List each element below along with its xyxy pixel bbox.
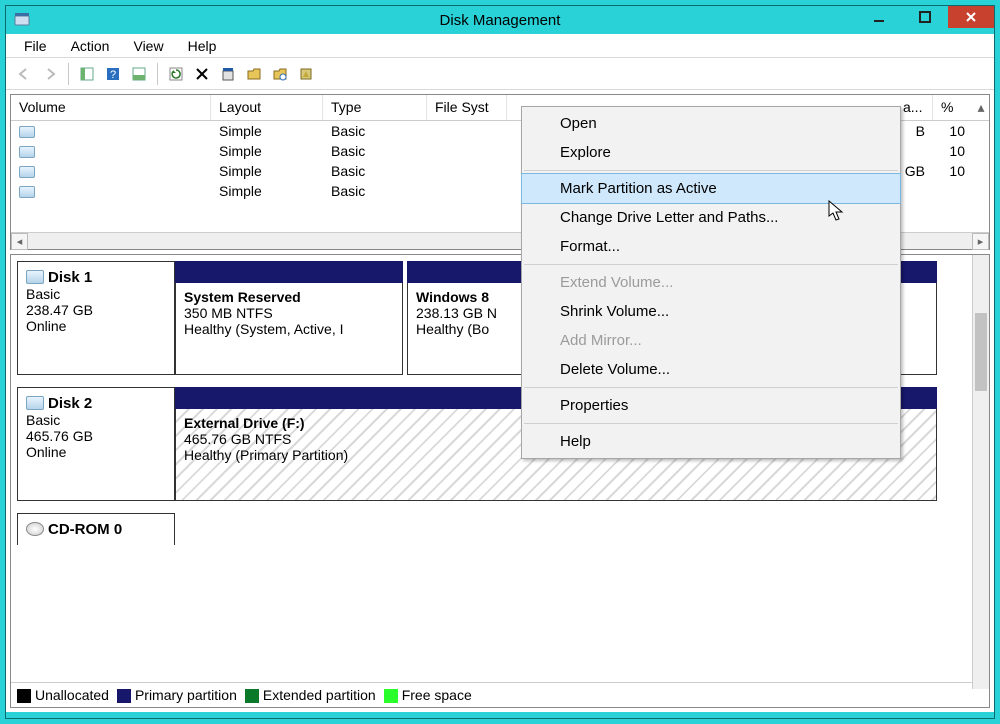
legend-free-swatch: [384, 689, 398, 703]
menu-file[interactable]: File: [14, 36, 57, 56]
open-folder-icon[interactable]: [242, 62, 266, 86]
disk-info[interactable]: CD-ROM 0: [17, 513, 175, 545]
col-type[interactable]: Type: [323, 95, 427, 120]
col-percent[interactable]: %: [933, 95, 973, 120]
legend-unallocated-swatch: [17, 689, 31, 703]
refresh-icon[interactable]: [164, 62, 188, 86]
legend-free-label: Free space: [402, 687, 472, 703]
disk-info[interactable]: Disk 1Basic238.47 GBOnline: [17, 261, 175, 375]
delete-icon[interactable]: [190, 62, 214, 86]
menu-item-shrink-volume[interactable]: Shrink Volume...: [522, 297, 900, 326]
legend-primary-swatch: [117, 689, 131, 703]
properties-icon[interactable]: [216, 62, 240, 86]
window-buttons: [856, 6, 994, 34]
back-button[interactable]: [12, 62, 36, 86]
minimize-button[interactable]: [856, 6, 902, 28]
scroll-left-icon[interactable]: ◂: [11, 233, 28, 250]
svg-text:?: ?: [110, 69, 116, 81]
menu-separator: [524, 423, 898, 424]
legend: Unallocated Primary partition Extended p…: [11, 682, 989, 707]
col-volume[interactable]: Volume: [11, 95, 211, 120]
col-layout[interactable]: Layout: [211, 95, 323, 120]
menu-separator: [524, 264, 898, 265]
app-icon: [14, 12, 30, 28]
menu-item-help[interactable]: Help: [522, 427, 900, 456]
titlebar[interactable]: Disk Management: [6, 6, 994, 34]
help-icon[interactable]: ?: [101, 62, 125, 86]
close-button[interactable]: [948, 6, 994, 28]
legend-extended-label: Extended partition: [263, 687, 376, 703]
maximize-button[interactable]: [902, 6, 948, 28]
menu-item-add-mirror: Add Mirror...: [522, 326, 900, 355]
wizard-icon[interactable]: [294, 62, 318, 86]
menu-item-open[interactable]: Open: [522, 109, 900, 138]
partition[interactable]: System Reserved350 MB NTFSHealthy (Syste…: [175, 261, 403, 375]
toolbar: ?: [6, 58, 994, 90]
menu-view[interactable]: View: [123, 36, 173, 56]
menu-action[interactable]: Action: [61, 36, 120, 56]
menu-item-change-drive-letter-and-paths[interactable]: Change Drive Letter and Paths...: [522, 203, 900, 232]
disk-info[interactable]: Disk 2Basic465.76 GBOnline: [17, 387, 175, 501]
menu-separator: [524, 170, 898, 171]
show-hide-tree-icon[interactable]: [75, 62, 99, 86]
forward-button[interactable]: [38, 62, 62, 86]
col-filesystem[interactable]: File Syst: [427, 95, 507, 120]
menu-separator: [524, 387, 898, 388]
explore-icon[interactable]: [268, 62, 292, 86]
menubar[interactable]: File Action View Help: [6, 34, 994, 58]
legend-extended-swatch: [245, 689, 259, 703]
scroll-right-icon[interactable]: ▸: [972, 233, 989, 250]
window-title: Disk Management: [6, 12, 994, 29]
partitions: [175, 513, 983, 545]
context-menu[interactable]: OpenExplore Mark Partition as ActiveChang…: [521, 106, 901, 459]
menu-item-format[interactable]: Format...: [522, 232, 900, 261]
statusbar: [6, 712, 994, 718]
vertical-scrollbar[interactable]: [972, 255, 989, 689]
menu-item-extend-volume: Extend Volume...: [522, 268, 900, 297]
menu-help[interactable]: Help: [178, 36, 227, 56]
legend-primary-label: Primary partition: [135, 687, 237, 703]
menu-item-delete-volume[interactable]: Delete Volume...: [522, 355, 900, 384]
menu-item-properties[interactable]: Properties: [522, 391, 900, 420]
legend-unallocated-label: Unallocated: [35, 687, 109, 703]
disk-row: CD-ROM 0: [17, 513, 983, 545]
menu-item-explore[interactable]: Explore: [522, 138, 900, 167]
menu-item-mark-partition-as-active[interactable]: Mark Partition as Active: [522, 174, 900, 203]
show-bottom-pane-icon[interactable]: [127, 62, 151, 86]
